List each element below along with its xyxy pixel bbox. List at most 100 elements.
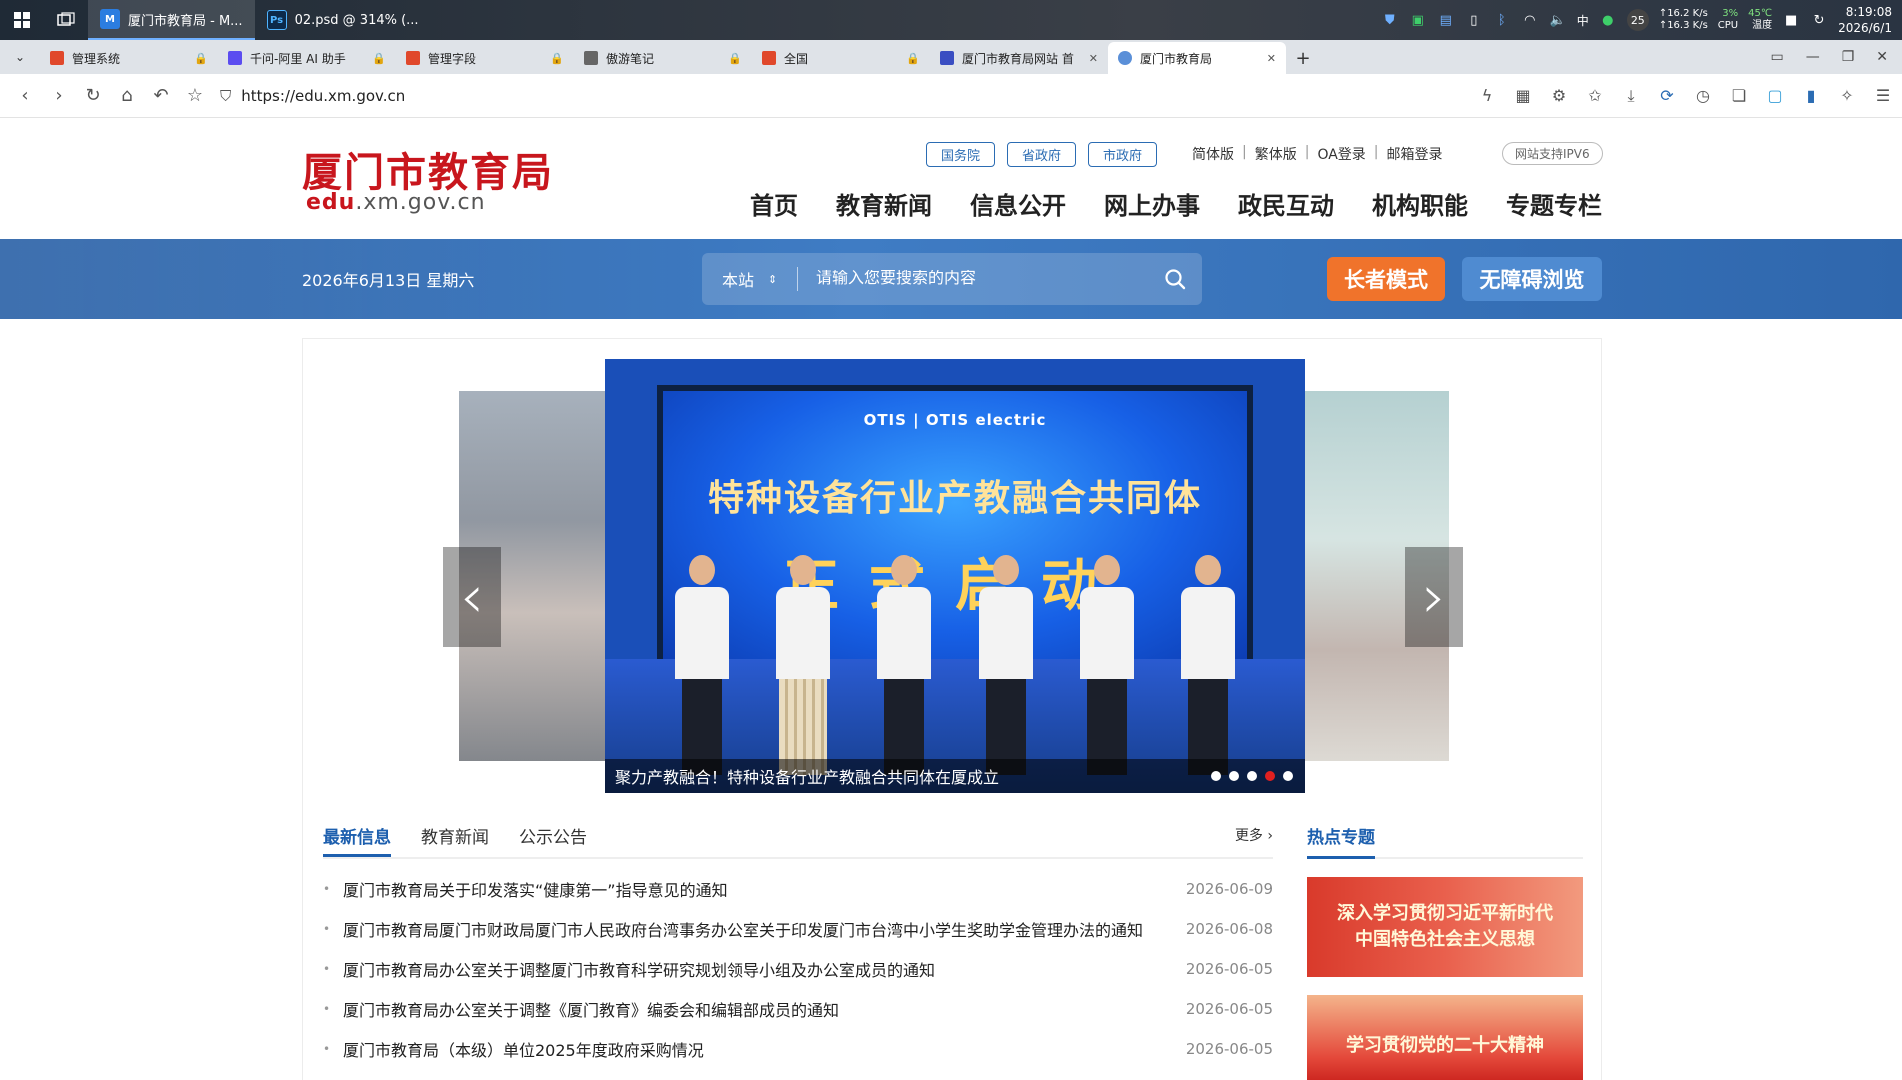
search-scope-select[interactable]: 本站 ⇕ [702,267,798,291]
carousel-dot[interactable] [1229,771,1239,781]
home-icon[interactable]: ⌂ [110,79,144,113]
link-traditional[interactable]: 繁体版 [1255,144,1297,164]
sync-icon[interactable]: ⟳ [1656,86,1678,106]
extension-gear-icon[interactable]: ⚙ [1548,86,1570,106]
address-bar: ‹ › ↻ ⌂ ↶ ☆ ⛉ https://edu.xm.gov.cn ϟ ▦ … [0,74,1902,118]
lightning-icon[interactable]: ϟ [1476,86,1498,106]
browser-tab[interactable]: 厦门市教育局网站 首 ✕ [930,42,1108,74]
bookmark-star-icon[interactable]: ☆ [178,79,212,113]
usb-icon[interactable]: ▯ [1465,11,1483,29]
browser-tab[interactable]: 全国 🔒 [752,42,930,74]
input-language[interactable]: 中 [1577,12,1589,29]
accessible-browse-button[interactable]: 无障碍浏览 [1462,257,1602,301]
shield-icon[interactable]: ⛊ [1381,11,1399,29]
nav-interaction[interactable]: 政民互动 [1238,186,1334,221]
qr-code-icon[interactable]: ▦ [1512,86,1534,106]
system-clock[interactable]: 8:19:08 2026/6/1 [1838,4,1892,36]
reload-icon[interactable]: ↻ [76,79,110,113]
browser-tab[interactable]: 管理系统 🔒 [40,42,218,74]
search-button[interactable] [1148,253,1202,305]
tab-latest-info[interactable]: 最新信息 [323,823,391,857]
new-tab-plus-icon[interactable]: + [1286,42,1320,74]
taskbar-browser-window[interactable]: M 厦门市教育局 - M... [88,0,255,40]
lock-icon: 🔒 [728,51,742,65]
link-state-council[interactable]: 国务院 [926,142,996,167]
list-item[interactable]: • 厦门市教育局厦门市财政局厦门市人民政府台湾事务办公室关于印发厦门市台湾中小学生… [323,909,1273,949]
carousel-dot[interactable] [1247,771,1257,781]
history-icon[interactable]: ◷ [1692,86,1714,106]
list-item[interactable]: • 厦门市教育局办公室关于调整《厦门教育》编委会和编辑部成员的通知 2026-06-… [323,989,1273,1029]
tab-favicon [940,51,954,65]
volume-icon[interactable]: 🔈 [1549,11,1567,29]
tab-announcements[interactable]: 公示公告 [519,823,587,857]
back-icon[interactable]: ‹ [8,79,42,113]
notes-icon[interactable]: ▮ [1800,86,1822,106]
list-item[interactable]: • 厦门市教育局（本级）单位2025年度政府采购情况 2026-06-05 [323,1029,1273,1069]
search-input[interactable] [798,270,1148,288]
close-tab-icon[interactable]: ✕ [1267,52,1276,65]
minimize-icon[interactable]: — [1806,49,1820,65]
windows-start-icon[interactable] [0,0,44,40]
task-view-icon[interactable] [44,0,88,40]
lock-icon: 🔒 [372,51,386,65]
wechat-icon[interactable]: ● [1599,11,1617,29]
site-domain-logo[interactable]: edu.xm.gov.cn [306,190,486,215]
nav-online-services[interactable]: 网上办事 [1104,186,1200,221]
bluetooth-icon[interactable]: ᛒ [1493,11,1511,29]
tab-education-news[interactable]: 教育新闻 [421,823,489,857]
carousel-next-arrow[interactable]: › [1405,547,1463,647]
lock-icon: 🔒 [194,51,208,65]
camera-icon[interactable]: ■ [1782,11,1800,29]
undo-icon[interactable]: ↶ [144,79,178,113]
browser-tab-active[interactable]: 厦门市教育局 ✕ [1108,42,1286,74]
carousel-prev-arrow[interactable]: ‹ [443,547,501,647]
restore-icon[interactable]: ❐ [1842,49,1855,65]
browser-tab[interactable]: 管理字段 🔒 [396,42,574,74]
browser-tab[interactable]: 千问-阿里 AI 助手 🔒 [218,42,396,74]
refresh-tray-icon[interactable]: ↻ [1810,11,1828,29]
carousel-active-slide[interactable]: OTIS | OTIS electric 特种设备行业产教融合共同体 正式启动 … [605,359,1305,793]
puzzle-extensions-icon[interactable]: ✧ [1836,86,1858,106]
link-simplified[interactable]: 简体版 [1192,144,1234,164]
link-city-gov[interactable]: 市政府 [1088,142,1158,167]
carousel-dot[interactable] [1265,771,1275,781]
elder-mode-button[interactable]: 长者模式 [1327,257,1445,301]
app-tray-icon[interactable]: ▣ [1409,11,1427,29]
sidebar-toggle-icon[interactable]: ▭ [1770,49,1783,65]
nav-education-news[interactable]: 教育新闻 [836,186,932,221]
forward-icon[interactable]: › [42,79,76,113]
list-item[interactable]: • 厦门市教育局办公室关于调整厦门市教育科学研究规划领导小组及办公室成员的通知 20… [323,949,1273,989]
download-icon[interactable]: ⤓ [1620,86,1642,106]
carousel-dot[interactable] [1211,771,1221,781]
topic-banner-xi-thought[interactable]: 深入学习贯彻习近平新时代 中国特色社会主义思想 [1307,877,1583,977]
nav-functions[interactable]: 机构职能 [1372,186,1468,221]
carousel-dot[interactable] [1283,771,1293,781]
wifi-icon[interactable]: ◠ [1521,11,1539,29]
collections-icon[interactable]: ❏ [1728,86,1750,106]
tab-list-chevron-icon[interactable]: ⌄ [0,40,40,74]
nav-topics[interactable]: 专题专栏 [1506,186,1602,221]
news-more-link[interactable]: 更多 › [1235,825,1273,853]
close-tab-icon[interactable]: ✕ [1089,52,1098,65]
url-field[interactable]: ⛉ https://edu.xm.gov.cn [220,87,405,105]
nav-home[interactable]: 首页 [750,186,798,221]
taskbar-photoshop-window[interactable]: Ps 02.psd @ 314% (... [255,0,431,40]
search-band: 2026年6月13日 星期六 本站 ⇕ 长者模式 无障碍浏览 [0,239,1902,319]
top-utility-links: 简体版 | 繁体版 | OA登录 | 邮箱登录 [1192,144,1443,164]
link-mail-login[interactable]: 邮箱登录 [1387,144,1443,164]
topic-banner-20th-congress[interactable]: 学习贯彻党的二十大精神 [1307,995,1583,1080]
list-item[interactable]: • 厦门市教育局关于印发落实“健康第一”指导意见的通知 2026-06-09 [323,869,1273,909]
link-oa-login[interactable]: OA登录 [1317,144,1365,164]
site-header: 厦门市教育局 edu.xm.gov.cn 国务院 省政府 市政府 简体版 | 繁体… [0,118,1902,239]
menu-icon[interactable]: ☰ [1872,86,1894,106]
slide-caption[interactable]: 聚力产教融合！特种设备行业产教融合共同体在厦成立 [605,759,1305,793]
security-shield-icon[interactable]: ⛉ [220,87,231,105]
close-window-icon[interactable]: ✕ [1876,49,1888,65]
app-tray-icon-2[interactable]: ▤ [1437,11,1455,29]
nav-info-disclosure[interactable]: 信息公开 [970,186,1066,221]
browser-tab[interactable]: 傲游笔记 🔒 [574,42,752,74]
notification-badge[interactable]: 25 [1626,9,1649,31]
screenshot-icon[interactable]: ▢ [1764,86,1786,106]
link-provincial-gov[interactable]: 省政府 [1007,142,1077,167]
favorites-star-icon[interactable]: ✩ [1584,86,1606,106]
